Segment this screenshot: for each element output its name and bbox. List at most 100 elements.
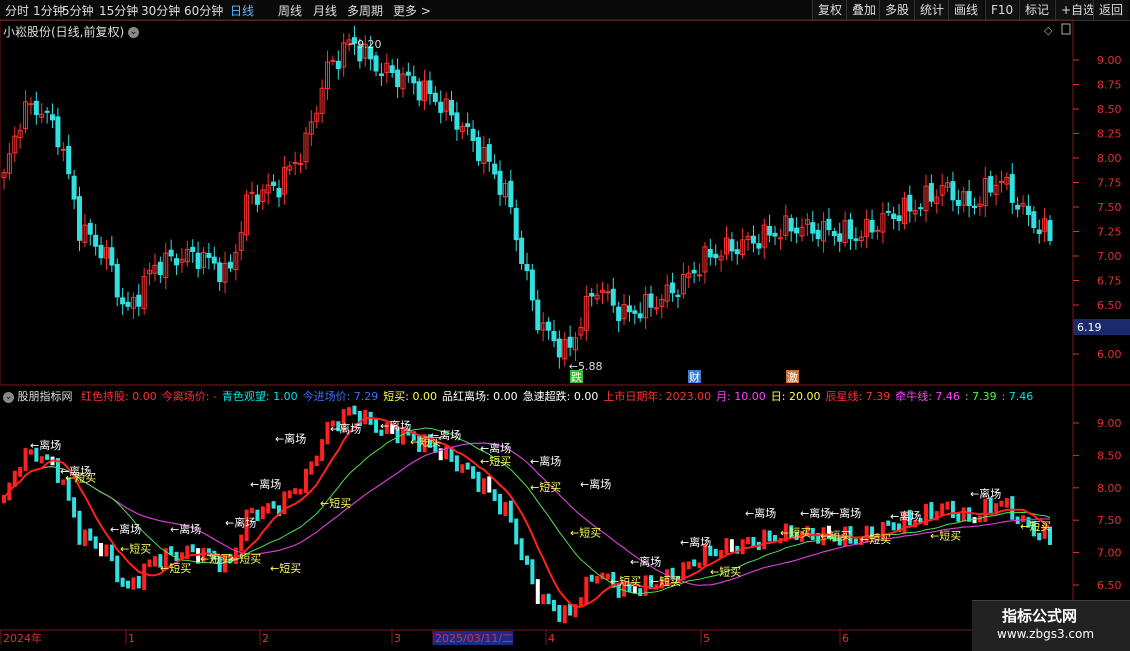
candle-body[interactable]: [637, 313, 643, 319]
candle-body[interactable]: [351, 37, 357, 44]
indicator-bar[interactable]: [320, 439, 325, 461]
indicator-bar[interactable]: [891, 522, 896, 531]
candle-body[interactable]: [616, 306, 622, 321]
candle-body[interactable]: [1015, 204, 1021, 210]
indicator-bar[interactable]: [250, 507, 255, 514]
indicator-bar[interactable]: [271, 501, 276, 509]
indicator-bar[interactable]: [972, 517, 977, 524]
indicator-bar[interactable]: [557, 604, 562, 622]
indicator-bar[interactable]: [956, 513, 961, 522]
indicator-bar[interactable]: [514, 518, 519, 545]
indicator-bar[interactable]: [460, 464, 465, 473]
chart-canvas[interactable]: ◇ 9.00 8.75 8.50 8.25 8.00 7.75 7.50 7.25 7.00 6.7…: [0, 0, 1130, 650]
candle-body[interactable]: [874, 229, 880, 232]
candle-body[interactable]: [950, 181, 956, 201]
indicator-bar[interactable]: [109, 544, 114, 562]
candle-body[interactable]: [777, 237, 783, 240]
candle-body[interactable]: [896, 215, 902, 222]
indicator-bar[interactable]: [374, 417, 379, 433]
candle-body[interactable]: [1009, 174, 1015, 203]
candle-body[interactable]: [486, 144, 492, 162]
candle-body[interactable]: [610, 288, 616, 306]
indicator-bar[interactable]: [724, 538, 729, 554]
candle-body[interactable]: [249, 191, 255, 194]
candle-body[interactable]: [697, 274, 703, 277]
candle-body[interactable]: [826, 218, 832, 231]
candle-body[interactable]: [848, 219, 854, 240]
indicator-bar[interactable]: [940, 503, 945, 515]
candle-body[interactable]: [567, 336, 573, 348]
indicator-bar[interactable]: [88, 528, 93, 541]
indicator-bar[interactable]: [266, 503, 271, 514]
event-marker-1[interactable]: 财: [689, 370, 700, 384]
indicator-bar[interactable]: [950, 500, 955, 519]
candle-body[interactable]: [405, 71, 411, 76]
indicator-bar[interactable]: [136, 575, 141, 589]
indicator-bar[interactable]: [584, 576, 589, 605]
candle-body[interactable]: [508, 180, 514, 208]
indicator-bar[interactable]: [1004, 498, 1009, 508]
indicator-bar[interactable]: [23, 448, 28, 471]
candle-body[interactable]: [125, 301, 131, 307]
indicator-bar[interactable]: [530, 559, 535, 585]
event-marker-0[interactable]: 跌: [571, 370, 582, 384]
candle-body[interactable]: [756, 243, 762, 249]
indicator-bar[interactable]: [314, 455, 319, 467]
indicator-bar[interactable]: [541, 594, 546, 605]
candle-body[interactable]: [44, 110, 50, 113]
candle-body[interactable]: [966, 190, 972, 207]
candle-body[interactable]: [475, 137, 481, 161]
candle-body[interactable]: [76, 196, 82, 241]
indicator-bar[interactable]: [152, 556, 157, 567]
candle-body[interactable]: [772, 232, 778, 237]
candle-body[interactable]: [87, 222, 93, 235]
indicator-bar[interactable]: [519, 538, 524, 561]
indicator-bar[interactable]: [503, 502, 508, 517]
indicator-bar[interactable]: [508, 500, 513, 523]
indicator-bar[interactable]: [1010, 496, 1015, 520]
candle-body[interactable]: [227, 261, 233, 269]
candle-body[interactable]: [546, 321, 552, 331]
candle-body[interactable]: [750, 235, 756, 244]
chart-layout-icon[interactable]: [1061, 23, 1071, 35]
indicator-bar[interactable]: [476, 471, 481, 493]
candle-body[interactable]: [988, 176, 994, 193]
candle-body[interactable]: [157, 261, 163, 276]
candle-body[interactable]: [395, 69, 401, 88]
indicator-bar[interactable]: [487, 476, 492, 493]
candle-body[interactable]: [788, 218, 794, 232]
candle-body[interactable]: [389, 65, 395, 74]
candle-body[interactable]: [120, 297, 126, 305]
candle-body[interactable]: [449, 100, 455, 116]
candle-body[interactable]: [492, 163, 498, 175]
candle-body[interactable]: [109, 247, 115, 266]
candle-body[interactable]: [648, 293, 654, 308]
candle-body[interactable]: [885, 210, 891, 213]
indicator-bar[interactable]: [104, 544, 109, 557]
candle-body[interactable]: [729, 239, 735, 252]
indicator-bar[interactable]: [746, 536, 751, 545]
candle-body[interactable]: [691, 269, 697, 274]
candle-body[interactable]: [174, 258, 180, 266]
indicator-bar[interactable]: [465, 462, 470, 470]
indicator-bar[interactable]: [303, 468, 308, 493]
indicator-bar[interactable]: [39, 456, 44, 464]
indicator-bar[interactable]: [352, 405, 357, 415]
indicator-bar[interactable]: [961, 507, 966, 522]
candle-body[interactable]: [556, 338, 562, 358]
indicator-bar[interactable]: [692, 559, 697, 567]
indicator-bar[interactable]: [471, 466, 476, 479]
candle-body[interactable]: [869, 219, 875, 233]
candle-body[interactable]: [190, 246, 196, 253]
candle-body[interactable]: [794, 227, 800, 234]
indicator-bar[interactable]: [287, 490, 292, 499]
indicator-bar[interactable]: [77, 510, 82, 545]
candle-body[interactable]: [438, 101, 444, 113]
event-marker-2[interactable]: 激: [787, 370, 798, 384]
candle-body[interactable]: [206, 252, 212, 258]
indicator-bar[interactable]: [131, 577, 136, 590]
candle-body[interactable]: [626, 305, 632, 313]
indicator-bar[interactable]: [147, 559, 152, 567]
indicator-bar[interactable]: [309, 461, 314, 475]
candle-body[interactable]: [454, 112, 460, 130]
